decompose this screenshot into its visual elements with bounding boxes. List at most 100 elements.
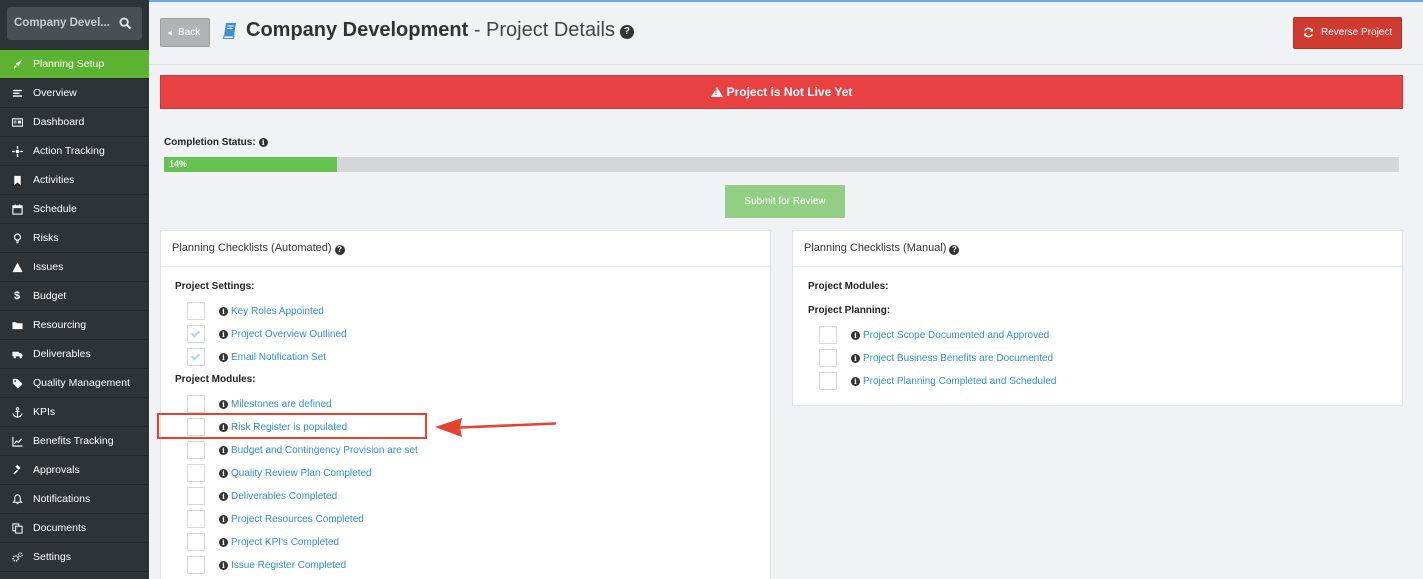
sidebar-item-label: Dashboard [33, 116, 85, 128]
section-title: Project Settings: [175, 281, 255, 292]
sidebar-item-notifications[interactable]: Notifications [0, 485, 149, 514]
question-circle-icon[interactable]: ? [334, 245, 345, 255]
back-button[interactable]: Back [160, 18, 210, 47]
question-circle-icon[interactable]: ? [949, 245, 960, 255]
checkbox-checked[interactable] [187, 325, 205, 343]
checkbox-checked[interactable] [187, 348, 205, 366]
checklist-item: i Key Roles Appointed [187, 302, 324, 320]
check-icon [190, 328, 201, 338]
completion-progress-fill: 14% [164, 157, 337, 172]
page-header: Back Company Development - Project Detai… [149, 2, 1423, 65]
sidebar-item-label: Documents [33, 522, 87, 534]
checkbox[interactable] [187, 487, 205, 505]
book-icon [223, 23, 236, 39]
checklist-item: i Project Overview Outlined [187, 325, 347, 343]
checklist-item-link[interactable]: Project Planning Completed and Scheduled [863, 376, 1056, 387]
checkbox[interactable] [819, 326, 837, 344]
submit-for-review-button[interactable]: Submit for Review [725, 185, 845, 218]
checklist-item-link[interactable]: Milestones are defined [231, 399, 332, 410]
checklist-item-link[interactable]: Deliverables Completed [231, 491, 337, 502]
checklist-item: i Project Planning Completed and Schedule… [819, 372, 1056, 390]
sidebar-item-quality-management[interactable]: Quality Management [0, 369, 149, 398]
info-icon[interactable]: i [219, 560, 228, 570]
search-icon[interactable] [119, 17, 132, 30]
checkbox[interactable] [187, 302, 205, 320]
checklist-item-link[interactable]: Project KPI's Completed [231, 537, 339, 548]
project-search[interactable]: Company Devel... [7, 7, 142, 40]
sidebar-item-dashboard[interactable]: Dashboard [0, 108, 149, 137]
copy-icon [11, 522, 23, 534]
checklist-item-link[interactable]: Project Scope Documented and Approved [863, 330, 1049, 341]
checkbox[interactable] [187, 395, 205, 413]
sidebar-item-label: Settings [33, 551, 71, 563]
checkbox[interactable] [187, 533, 205, 551]
checklist-item-link[interactable]: Project Overview Outlined [231, 329, 347, 340]
sidebar-item-approvals[interactable]: Approvals [0, 456, 149, 485]
section-title: Project Planning: [808, 305, 891, 316]
checkbox[interactable] [187, 441, 205, 459]
question-circle-icon[interactable]: ? [619, 25, 634, 39]
checklist-item: i Deliverables Completed [187, 487, 337, 505]
info-icon[interactable]: i [219, 537, 228, 547]
checkbox[interactable] [819, 349, 837, 367]
sidebar-item-deliverables[interactable]: Deliverables [0, 340, 149, 369]
warning-icon [11, 261, 23, 273]
info-icon[interactable]: i [219, 399, 228, 409]
sidebar-item-budget[interactable]: $ Budget [0, 282, 149, 311]
section-title: Project Modules: [808, 281, 889, 292]
checklist-item: i Project Business Benefits are Documente… [819, 349, 1053, 367]
sidebar-item-action-tracking[interactable]: Action Tracking [0, 137, 149, 166]
sidebar-item-label: Quality Management [33, 377, 130, 389]
dashboard-icon [11, 116, 23, 128]
checkbox[interactable] [187, 464, 205, 482]
reverse-project-label: Reverse Project [1321, 27, 1393, 38]
sidebar-item-overview[interactable]: Overview [0, 79, 149, 108]
info-icon[interactable]: i [219, 445, 228, 455]
checklist-item-link[interactable]: Key Roles Appointed [231, 306, 324, 317]
checklist-item-link[interactable]: Quality Review Plan Completed [231, 468, 372, 479]
sidebar-item-settings[interactable]: Settings [0, 543, 149, 572]
page-title: Company Development - Project Details? [246, 19, 634, 42]
info-icon[interactable]: i [851, 330, 860, 340]
checklist-item-link[interactable]: Project Resources Completed [231, 514, 364, 525]
sidebar-item-kpis[interactable]: KPIs [0, 398, 149, 427]
automated-checklist-title: Planning Checklists (Automated) [172, 242, 332, 254]
completion-percent: 14% [169, 159, 188, 169]
info-icon[interactable]: i [219, 468, 228, 478]
info-icon[interactable]: i [258, 138, 268, 147]
checklist-item-link[interactable]: Email Notification Set [231, 352, 326, 363]
sidebar-item-activities[interactable]: Activities [0, 166, 149, 195]
completion-status-text: Completion Status: [164, 137, 256, 148]
checkbox[interactable] [819, 372, 837, 390]
sidebar-item-resourcing[interactable]: Resourcing [0, 311, 149, 340]
checklist-item-link[interactable]: Project Business Benefits are Documented [863, 353, 1053, 364]
sidebar-item-label: Issues [33, 261, 64, 273]
sidebar-item-benefits-tracking[interactable]: Benefits Tracking [0, 427, 149, 456]
checklist-item-link[interactable]: Issue Register Completed [231, 560, 346, 571]
checklist-item: i Project Resources Completed [187, 510, 364, 528]
sidebar-item-risks[interactable]: Risks [0, 224, 149, 253]
sidebar-item-label: Risks [33, 232, 59, 244]
align-left-icon [11, 87, 23, 99]
info-icon[interactable]: i [219, 329, 228, 339]
sidebar-item-planning-setup[interactable]: Planning Setup [0, 50, 149, 79]
sidebar-item-schedule[interactable]: Schedule [0, 195, 149, 224]
info-icon[interactable]: i [219, 306, 228, 316]
checklist-item: i Project KPI's Completed [187, 533, 339, 551]
folder-icon [11, 319, 23, 331]
completion-status-label: Completion Status: i [164, 137, 268, 148]
rocket-icon [11, 58, 23, 70]
checklist-item: i Quality Review Plan Completed [187, 464, 372, 482]
reverse-project-button[interactable]: Reverse Project [1293, 17, 1402, 49]
info-icon[interactable]: i [851, 376, 860, 386]
checkbox[interactable] [187, 510, 205, 528]
sidebar-item-issues[interactable]: Issues [0, 253, 149, 282]
info-icon[interactable]: i [219, 491, 228, 501]
checkbox[interactable] [187, 556, 205, 574]
info-icon[interactable]: i [851, 353, 860, 363]
checklist-item-link[interactable]: Budget and Contingency Provision are set [231, 445, 418, 456]
automated-checklist-header: Planning Checklists (Automated)? [161, 231, 770, 267]
sidebar-item-documents[interactable]: Documents [0, 514, 149, 543]
info-icon[interactable]: i [219, 352, 228, 362]
info-icon[interactable]: i [219, 514, 228, 524]
